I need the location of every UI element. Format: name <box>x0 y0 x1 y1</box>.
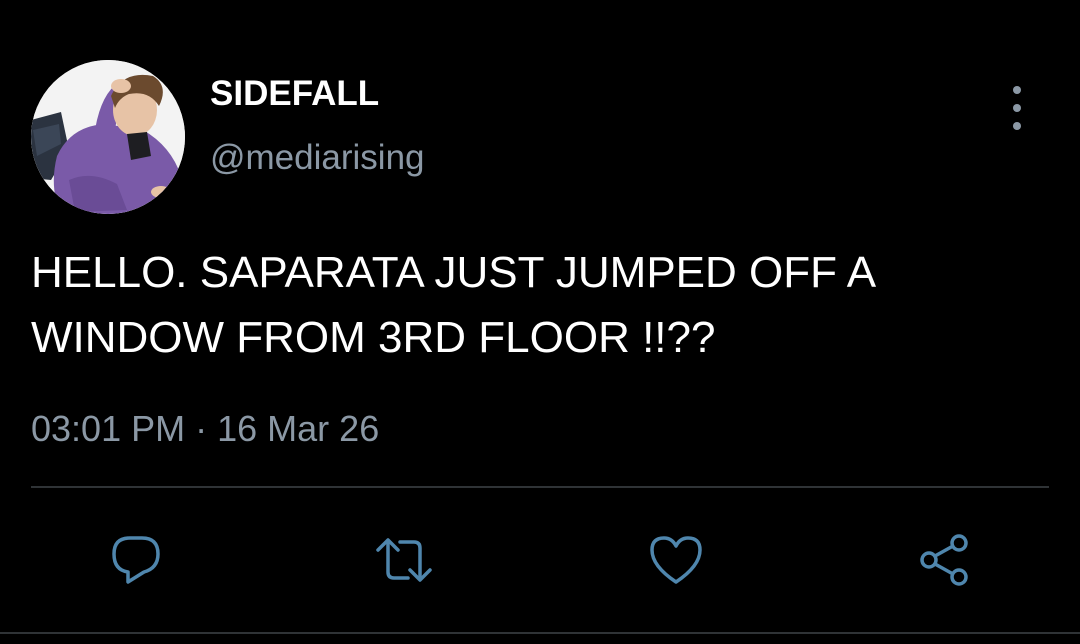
tweet-card: SIDEFALL @mediarising HELLO. SAPARATA JU… <box>0 0 1080 644</box>
share-button[interactable] <box>913 528 977 592</box>
tweet-timestamp[interactable]: 03:01 PM · 16 Mar 26 <box>31 408 379 450</box>
avatar[interactable] <box>31 60 185 214</box>
username-handle[interactable]: @mediarising <box>210 138 425 178</box>
meta-separator: · <box>195 408 208 449</box>
tweet-time: 03:01 PM <box>31 408 186 449</box>
avatar-image <box>31 60 185 214</box>
like-icon <box>650 536 702 584</box>
reply-button[interactable] <box>104 528 168 592</box>
divider <box>31 486 1049 488</box>
more-options-icon[interactable] <box>1000 86 1034 130</box>
like-button[interactable] <box>644 528 708 592</box>
retweet-icon <box>376 538 432 582</box>
bottom-divider <box>0 632 1080 634</box>
display-name[interactable]: SIDEFALL <box>210 74 379 114</box>
share-icon <box>920 534 968 586</box>
tweet-date: 16 Mar 26 <box>217 408 380 449</box>
retweet-button[interactable] <box>372 528 436 592</box>
tweet-text: HELLO. SAPARATA JUST JUMPED OFF A WINDOW… <box>31 248 874 362</box>
reply-icon <box>112 536 160 584</box>
